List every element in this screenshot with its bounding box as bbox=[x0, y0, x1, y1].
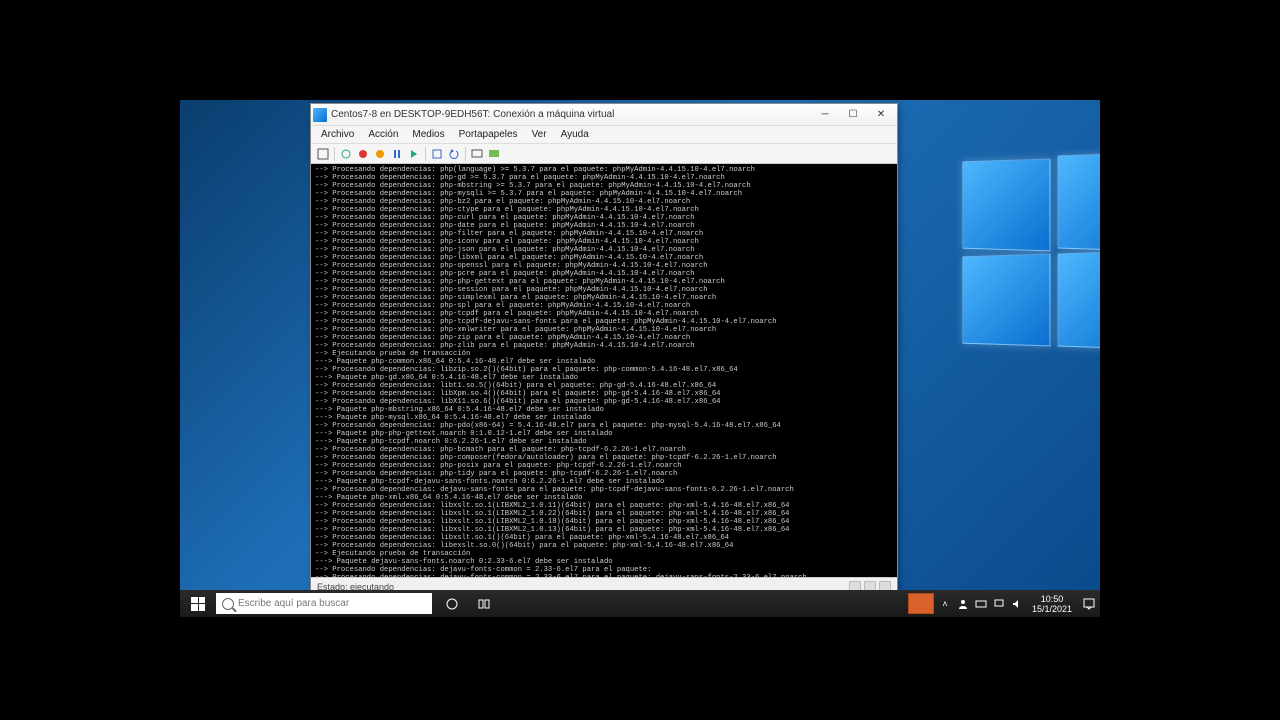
enhanced-session-icon[interactable] bbox=[469, 146, 485, 162]
menu-portapapeles[interactable]: Portapapeles bbox=[453, 128, 524, 141]
menu-ayuda[interactable]: Ayuda bbox=[555, 128, 595, 141]
close-button[interactable]: ✕ bbox=[867, 106, 895, 124]
start-icon[interactable] bbox=[338, 146, 354, 162]
menubar: Archivo Acción Medios Portapapeles Ver A… bbox=[311, 126, 897, 144]
tray-time: 10:50 bbox=[1032, 594, 1072, 604]
maximize-button[interactable]: ☐ bbox=[839, 106, 867, 124]
recording-indicator[interactable] bbox=[908, 593, 934, 614]
checkpoint-icon[interactable] bbox=[429, 146, 445, 162]
save-icon[interactable] bbox=[372, 146, 388, 162]
tray-notifications-icon[interactable] bbox=[1078, 590, 1100, 617]
hyperv-icon bbox=[313, 108, 327, 122]
toolbar bbox=[311, 144, 897, 164]
vm-console[interactable]: --> Procesando dependencias: php(languag… bbox=[311, 164, 897, 577]
titlebar[interactable]: Centos7-8 en DESKTOP-9EDH56T: Conexión a… bbox=[311, 104, 897, 126]
share-icon[interactable] bbox=[486, 146, 502, 162]
search-icon bbox=[222, 598, 234, 610]
pause-icon[interactable] bbox=[389, 146, 405, 162]
ctrl-alt-del-icon[interactable] bbox=[315, 146, 331, 162]
menu-medios[interactable]: Medios bbox=[406, 128, 450, 141]
tray-network-icon[interactable] bbox=[990, 590, 1008, 617]
menu-archivo[interactable]: Archivo bbox=[315, 128, 360, 141]
windows-logo bbox=[960, 160, 1100, 360]
task-taskview[interactable] bbox=[468, 590, 500, 617]
start-button[interactable] bbox=[180, 590, 216, 617]
tray-date: 15/1/2021 bbox=[1032, 604, 1072, 614]
minimize-button[interactable]: ─ bbox=[811, 106, 839, 124]
taskbar: Escribe aquí para buscar ˄ 10:50 15/1/20… bbox=[180, 590, 1100, 617]
menu-accion[interactable]: Acción bbox=[362, 128, 404, 141]
windows-icon bbox=[191, 597, 205, 611]
menu-ver[interactable]: Ver bbox=[526, 128, 553, 141]
task-cortana[interactable] bbox=[436, 590, 468, 617]
tray-chevron-up-icon[interactable]: ˄ bbox=[936, 590, 954, 617]
system-tray: ˄ 10:50 15/1/2021 bbox=[908, 590, 1100, 617]
tray-volume-icon[interactable] bbox=[1008, 590, 1026, 617]
desktop-screen: Centos7-8 en DESKTOP-9EDH56T: Conexión a… bbox=[180, 100, 1100, 617]
window-title: Centos7-8 en DESKTOP-9EDH56T: Conexión a… bbox=[331, 109, 811, 120]
task-icons bbox=[436, 590, 500, 617]
tray-input-icon[interactable] bbox=[972, 590, 990, 617]
revert-icon[interactable] bbox=[446, 146, 462, 162]
shutdown-icon[interactable] bbox=[355, 146, 371, 162]
tray-clock[interactable]: 10:50 15/1/2021 bbox=[1026, 594, 1078, 614]
tray-people-icon[interactable] bbox=[954, 590, 972, 617]
reset-icon[interactable] bbox=[406, 146, 422, 162]
taskbar-search[interactable]: Escribe aquí para buscar bbox=[216, 593, 432, 614]
search-placeholder: Escribe aquí para buscar bbox=[238, 598, 349, 609]
vm-connection-window: Centos7-8 en DESKTOP-9EDH56T: Conexión a… bbox=[310, 103, 898, 596]
